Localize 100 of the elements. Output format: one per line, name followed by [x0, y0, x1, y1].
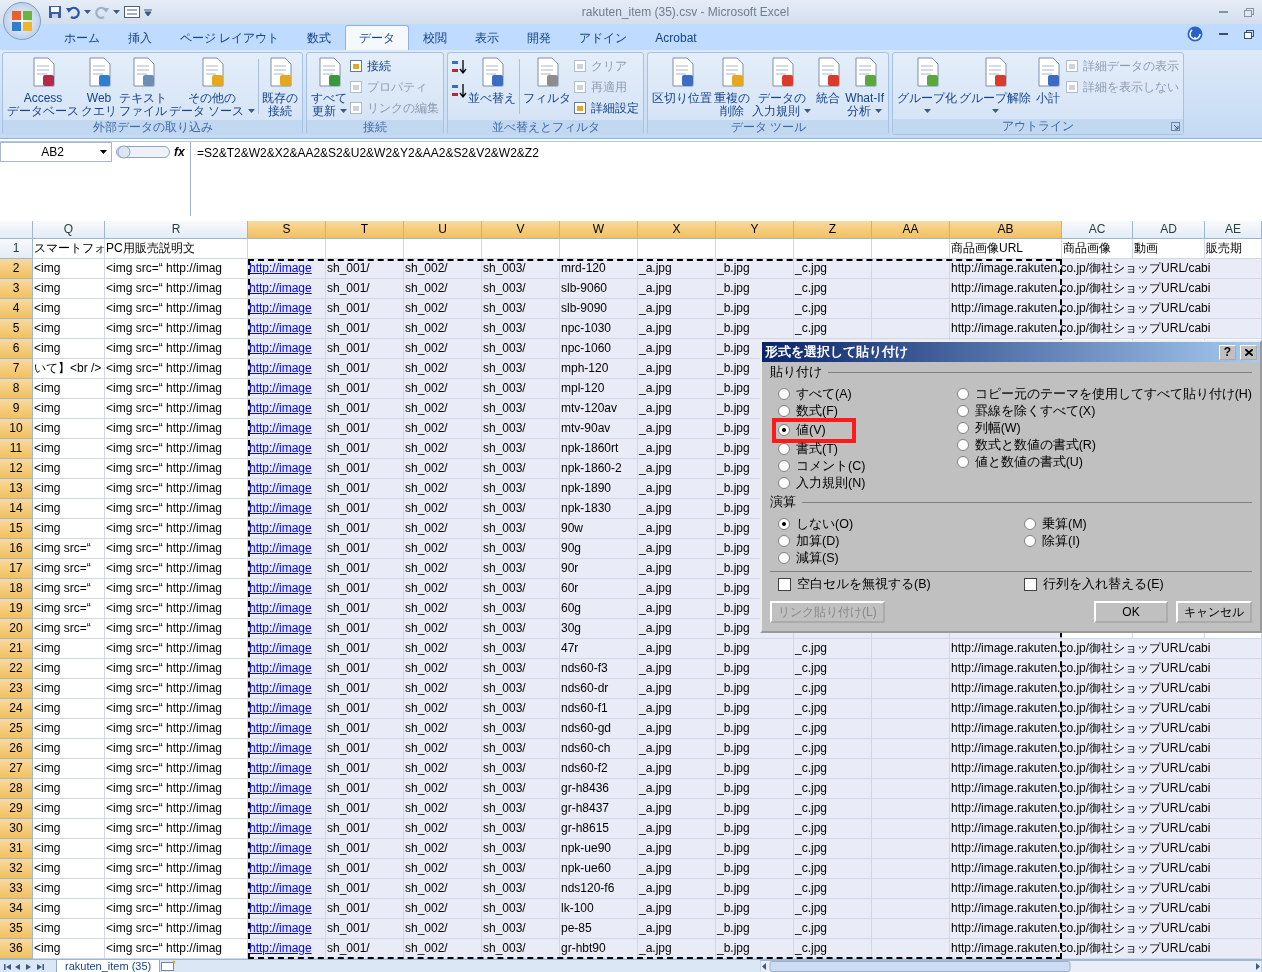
dialog-button[interactable]: OK	[1094, 600, 1168, 623]
save-icon[interactable]	[48, 5, 62, 19]
column-header[interactable]: S	[248, 221, 326, 239]
restore-icon[interactable]	[1244, 29, 1254, 39]
row-header[interactable]: 35	[0, 919, 33, 939]
dropdown-icon[interactable]	[100, 150, 107, 154]
option-label[interactable]: すべて(A)	[796, 384, 852, 404]
option-label[interactable]: 値と数値の書式(U)	[974, 452, 1083, 472]
radio-button[interactable]	[956, 439, 969, 452]
option-label[interactable]: 書式(T)	[796, 439, 838, 459]
option-label[interactable]: 数式(F)	[796, 401, 838, 421]
option-label[interactable]: 乗算(M)	[1042, 514, 1087, 534]
horizontal-scrollbar[interactable]	[760, 960, 1262, 972]
ribbon-tab[interactable]: 挿入	[114, 25, 166, 50]
minimize-icon[interactable]	[1219, 32, 1228, 36]
radio-button[interactable]	[956, 456, 969, 469]
dialog-button[interactable]: キャンセル	[1176, 600, 1252, 623]
ribbon-tab[interactable]: ページ レイアウト	[166, 25, 294, 50]
caret-icon[interactable]	[875, 108, 883, 113]
radio-button[interactable]	[778, 460, 790, 473]
name-box[interactable]: AB2	[0, 142, 112, 162]
column-header[interactable]: R	[105, 221, 248, 239]
row-header[interactable]: 21	[0, 639, 33, 659]
row-header[interactable]: 28	[0, 779, 33, 799]
column-header[interactable]: Y	[716, 221, 794, 239]
ribbon-tab[interactable]: 校閲	[409, 25, 462, 50]
row-header[interactable]: 8	[0, 379, 33, 399]
insert-sheet-icon[interactable]	[160, 960, 179, 972]
radio-button[interactable]	[778, 518, 790, 530]
radio-button[interactable]	[956, 388, 969, 401]
column-header[interactable]: V	[482, 221, 560, 239]
row-header[interactable]: 4	[0, 299, 33, 319]
ribbon-button[interactable]: 区切り位置	[651, 55, 714, 106]
radio-button[interactable]	[1024, 518, 1036, 530]
form-icon[interactable]	[124, 6, 140, 18]
column-header[interactable]: AB	[950, 221, 1062, 239]
caret-icon[interactable]	[804, 108, 812, 113]
row-header[interactable]: 26	[0, 739, 33, 759]
option-label[interactable]: 罫線を除くすべて(X)	[974, 401, 1096, 421]
row-header[interactable]: 3	[0, 279, 33, 299]
row-header[interactable]: 14	[0, 499, 33, 519]
close-button[interactable]	[1240, 344, 1257, 360]
row-header[interactable]: 27	[0, 759, 33, 779]
dialog-launcher-icon[interactable]	[1171, 122, 1180, 131]
row-header[interactable]: 32	[0, 859, 33, 879]
sheet-nav-end-icon[interactable]	[4, 964, 11, 970]
ribbon-button[interactable]: 小計	[1032, 55, 1064, 106]
column-header[interactable]: AD	[1133, 221, 1205, 239]
row-header[interactable]: 20	[0, 619, 33, 639]
column-header[interactable]: AA	[872, 221, 950, 239]
ribbon-button[interactable]: What-If 分析	[844, 55, 885, 118]
ribbon-button[interactable]: データの 入力規則	[751, 55, 813, 118]
help-icon[interactable]	[1187, 26, 1203, 42]
radio-button[interactable]	[956, 422, 969, 435]
ribbon-button[interactable]: フィルタ	[522, 55, 573, 106]
splitter-handle-icon[interactable]	[116, 144, 170, 160]
row-header[interactable]: 29	[0, 799, 33, 819]
row-header[interactable]: 2	[0, 259, 33, 279]
row-header[interactable]: 10	[0, 419, 33, 439]
ribbon-button[interactable]: 並べ替え	[467, 55, 518, 106]
row-header[interactable]: 24	[0, 699, 33, 719]
radio-button[interactable]	[956, 405, 969, 418]
column-header[interactable]: U	[404, 221, 482, 239]
column-header[interactable]: AE	[1205, 221, 1262, 239]
sort-icon[interactable]	[451, 83, 468, 99]
radio-button[interactable]	[778, 535, 790, 547]
ribbon-button[interactable]: グループ化	[896, 55, 958, 114]
sort-icon[interactable]	[451, 59, 468, 75]
option-label[interactable]: 列幅(W)	[974, 418, 1021, 438]
checkbox[interactable]	[1024, 577, 1037, 591]
undo-icon[interactable]	[66, 5, 80, 19]
radio-button[interactable]	[778, 552, 790, 564]
option-label[interactable]: コピー元のテーマを使用してすべて貼り付け(H)	[974, 384, 1252, 404]
row-header[interactable]: 7	[0, 359, 33, 379]
checkbox-label[interactable]: 空白セルを無視する(B)	[797, 574, 931, 594]
caret-icon[interactable]	[923, 108, 931, 113]
row-header[interactable]: 9	[0, 399, 33, 419]
ribbon-tab[interactable]: ホーム	[50, 25, 114, 50]
column-header[interactable]: T	[326, 221, 404, 239]
row-header[interactable]: 6	[0, 339, 33, 359]
sheet-nav-end-icon[interactable]	[37, 964, 44, 970]
row-header[interactable]: 13	[0, 479, 33, 499]
ribbon-button[interactable]: 既存の 接続	[261, 55, 300, 118]
row-header[interactable]: 1	[0, 239, 33, 259]
ribbon-tab[interactable]: アドイン	[565, 25, 642, 50]
caret-icon[interactable]	[113, 10, 120, 14]
row-header[interactable]: 23	[0, 679, 33, 699]
row-header[interactable]: 18	[0, 579, 33, 599]
ribbon-tab[interactable]: 表示	[461, 25, 514, 50]
option-label[interactable]: コメント(C)	[796, 456, 866, 476]
row-header[interactable]: 15	[0, 519, 33, 539]
option-label[interactable]: 除算(I)	[1042, 531, 1080, 551]
radio-button[interactable]	[1024, 535, 1036, 547]
help-button[interactable]: ?	[1219, 344, 1236, 360]
row-header[interactable]: 19	[0, 599, 33, 619]
row-header[interactable]: 12	[0, 459, 33, 479]
ribbon-button[interactable]: 接続	[348, 55, 441, 76]
radio-button[interactable]	[778, 405, 790, 418]
row-header[interactable]: 34	[0, 899, 33, 919]
ribbon-tab[interactable]: データ	[345, 25, 410, 50]
